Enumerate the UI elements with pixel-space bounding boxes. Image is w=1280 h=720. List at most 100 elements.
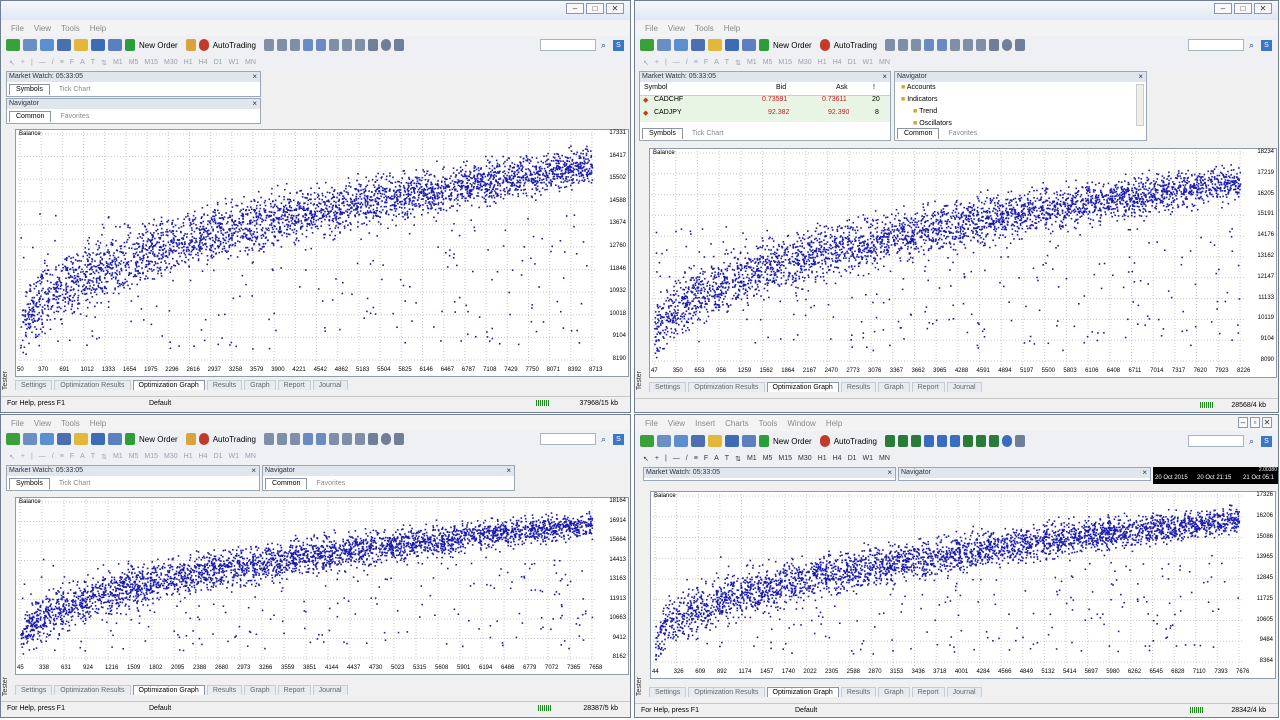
crosshair-icon[interactable]: + [21,59,25,66]
tile-windows-icon[interactable] [949,39,960,51]
indicators-icon[interactable] [367,39,378,51]
market-watch-icon[interactable] [40,39,54,51]
tab-optimization-graph[interactable]: Optimization Graph [132,380,205,390]
autotrading-button[interactable]: AutoTrading [834,41,877,50]
maximize-button[interactable]: □ [1234,3,1252,14]
tab-settings[interactable]: Settings [15,380,53,390]
channel-icon[interactable]: ≡ [60,59,64,66]
shift-icon[interactable] [975,39,986,51]
indicators-icon[interactable] [988,39,999,51]
tester-icon[interactable] [108,39,122,51]
search-icon[interactable]: ⌕ [1249,40,1254,51]
col-bid[interactable]: Bid [776,84,786,91]
tree-trend[interactable]: ■ Trend [913,108,937,115]
data-window-icon[interactable] [691,39,705,51]
templates-icon[interactable] [393,39,404,51]
tester-icon[interactable] [742,39,756,51]
label-icon[interactable]: T [725,59,729,66]
menu-view[interactable]: View [668,24,685,33]
menu-help[interactable]: Help [724,24,740,33]
crosshair-icon[interactable]: + [655,59,659,66]
navigator-scrollbar[interactable] [1136,84,1144,126]
tf-m1[interactable]: M1 [113,59,123,66]
menu-help[interactable]: Help [90,24,106,33]
tf-w1[interactable]: W1 [229,59,240,66]
templates-icon[interactable] [1014,39,1025,51]
tf-h1[interactable]: H1 [818,59,827,66]
tf-m1[interactable]: M1 [747,59,757,66]
close-icon[interactable]: × [252,72,257,82]
hline-icon[interactable]: — [39,59,46,66]
tree-indicators[interactable]: ■ Indicators [901,96,938,103]
tf-m30[interactable]: M30 [798,59,812,66]
menu-file[interactable]: File [11,24,24,33]
label-icon[interactable]: T [91,59,95,66]
tf-h4[interactable]: H4 [199,59,208,66]
tf-m5[interactable]: M5 [763,59,773,66]
title-bar[interactable]: – □ ✕ [1,1,630,20]
table-row[interactable]: ◆ CADJPY 92.382 92.390 8 [640,109,890,122]
periods-icon[interactable] [1001,39,1012,51]
candle-chart-icon[interactable] [276,39,287,51]
tree-oscillators[interactable]: ■ Oscillators [913,120,952,127]
title-bar[interactable]: – □ ✕ [635,1,1278,20]
new-order-button[interactable]: New Order [773,41,812,50]
tf-m5[interactable]: M5 [129,59,139,66]
maximize-button[interactable]: □ [586,3,604,14]
zoom-out-icon[interactable] [315,39,326,51]
close-icon[interactable]: × [882,72,887,82]
channel-icon[interactable]: ≡ [694,59,698,66]
metaeditor-icon[interactable] [185,39,196,51]
tab-favorites[interactable]: Favorites [53,111,96,122]
candle-chart-icon[interactable] [897,39,908,51]
search-icon[interactable]: ⌕ [601,40,606,51]
tf-mn[interactable]: MN [245,59,256,66]
zoom-in-icon[interactable] [923,39,934,51]
tab-report[interactable]: Report [277,380,311,390]
arrows-icon[interactable]: ⇅ [101,59,107,67]
tf-m30[interactable]: M30 [164,59,178,66]
tab-optimization-results[interactable]: Optimization Results [54,380,131,390]
tab-results[interactable]: Results [206,380,243,390]
line-chart-icon[interactable] [289,39,300,51]
market-watch-icon[interactable] [674,39,688,51]
tf-h1[interactable]: H1 [184,59,193,66]
tab-favorites[interactable]: Favorites [941,128,984,139]
cursor-icon[interactable]: ↖ [9,59,15,67]
profiles-icon[interactable] [23,39,37,51]
tf-m15[interactable]: M15 [778,59,792,66]
tab-common[interactable]: Common [897,128,940,139]
autotrading-icon[interactable] [819,39,830,51]
minimize-button[interactable]: – [1214,3,1232,14]
autotrading-icon[interactable] [198,39,209,51]
navigator-icon[interactable] [708,39,722,51]
tf-d1[interactable]: D1 [214,59,223,66]
col-symbol[interactable]: Symbol [644,84,667,91]
new-chart-icon[interactable] [6,39,20,51]
tree-accounts[interactable]: ■ Accounts [901,84,936,91]
new-order-button[interactable]: New Order [139,41,178,50]
tab-tick-chart[interactable]: Tick Chart [685,128,731,139]
scroll-icon[interactable] [341,39,352,51]
trendline-icon[interactable]: / [686,59,688,66]
trendline-icon[interactable]: / [52,59,54,66]
vline-icon[interactable]: | [31,59,33,66]
data-window-icon[interactable] [57,39,71,51]
text-icon[interactable]: A [714,59,719,66]
close-button[interactable]: ✕ [606,3,624,14]
tf-m15[interactable]: M15 [144,59,158,66]
menu-tools[interactable]: Tools [61,24,80,33]
tab-symbols[interactable]: Symbols [9,84,50,95]
line-chart-icon[interactable] [910,39,921,51]
hline-icon[interactable]: — [673,59,680,66]
autotrading-button[interactable]: AutoTrading [213,41,256,50]
tile-windows-icon[interactable] [328,39,339,51]
fibo-icon[interactable]: F [704,59,708,66]
close-icon[interactable]: × [252,99,257,109]
tf-w1[interactable]: W1 [863,59,874,66]
zoom-in-icon[interactable] [302,39,313,51]
table-row[interactable]: ◆ CADCHF 0.73591 0.73611 20 [640,96,890,109]
close-button[interactable]: ✕ [1254,3,1272,14]
tab-symbols[interactable]: Symbols [642,128,683,139]
bar-chart-icon[interactable] [884,39,895,51]
